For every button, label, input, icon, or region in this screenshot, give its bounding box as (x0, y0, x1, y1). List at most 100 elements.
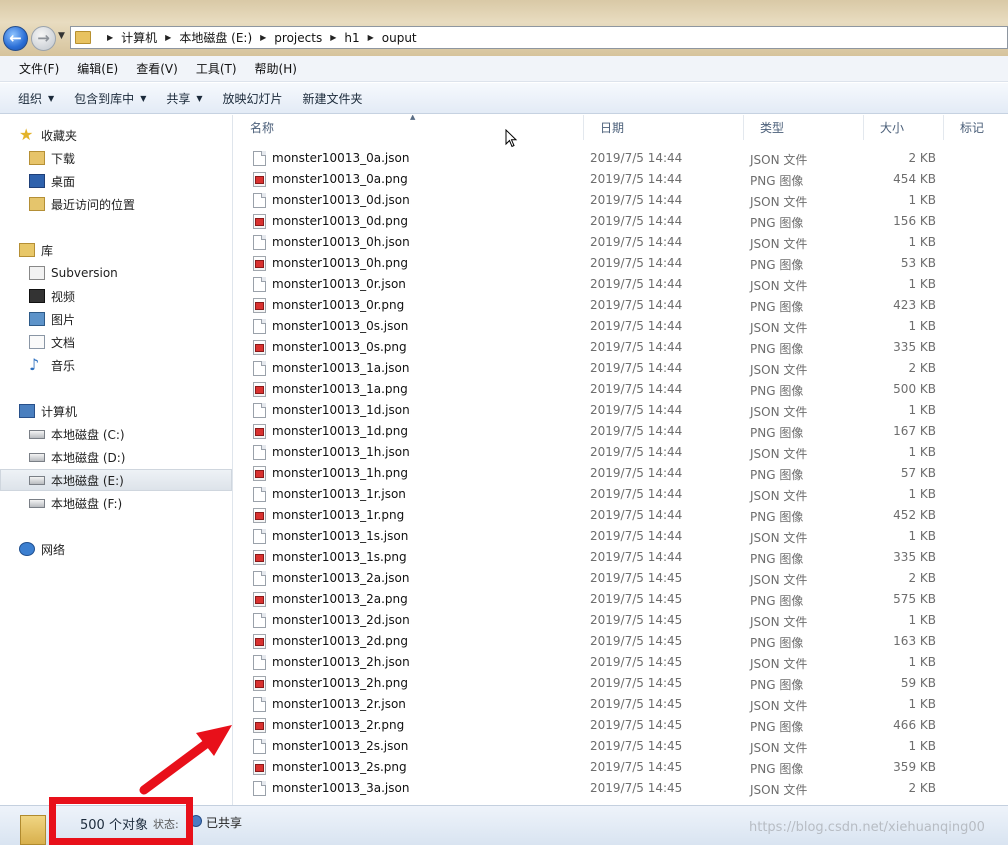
back-button[interactable]: ← (3, 26, 28, 51)
breadcrumb-drive-e[interactable]: 本地磁盘 (E:) (179, 29, 252, 46)
address-bar[interactable]: ▶ 计算机 ▶ 本地磁盘 (E:) ▶ projects ▶ h1 ▶ oupu… (70, 26, 1008, 49)
computer-icon (19, 404, 35, 418)
nav-documents[interactable]: 文档 (0, 331, 232, 353)
file-row[interactable]: monster10013_0h.png 2019/7/5 14:44 PNG 图像 5… (234, 253, 1008, 274)
file-date: 2019/7/5 14:45 (590, 697, 683, 711)
file-row[interactable]: monster10013_0h.json 2019/7/5 14:44 JSON 文… (234, 232, 1008, 253)
new-folder-button[interactable]: 新建文件夹 (293, 90, 373, 107)
png-image-icon (253, 424, 266, 439)
nav-drive-c[interactable]: 本地磁盘 (C:) (0, 423, 232, 445)
include-in-library-button[interactable]: 包含到库中 ▼ (64, 90, 156, 107)
nav-drive-f[interactable]: 本地磁盘 (F:) (0, 492, 232, 514)
nav-subversion[interactable]: Subversion (0, 262, 232, 284)
column-header-size[interactable]: 大小 (864, 115, 944, 140)
file-row[interactable]: monster10013_0d.png 2019/7/5 14:44 PNG 图像 1… (234, 211, 1008, 232)
breadcrumb-h1[interactable]: h1 (344, 31, 359, 45)
file-row[interactable]: monster10013_2h.png 2019/7/5 14:45 PNG 图像 5… (234, 673, 1008, 694)
organize-button[interactable]: 组织 ▼ (8, 90, 64, 107)
nav-videos[interactable]: 视频 (0, 285, 232, 307)
drive-icon (29, 452, 45, 462)
file-row[interactable]: monster10013_2r.png 2019/7/5 14:45 PNG 图像 4… (234, 715, 1008, 736)
file-row[interactable]: monster10013_1d.json 2019/7/5 14:44 JSON 文… (234, 400, 1008, 421)
file-row[interactable]: monster10013_2s.json 2019/7/5 14:45 JSON 文… (234, 736, 1008, 757)
menu-tools[interactable]: 工具(T) (187, 60, 246, 77)
json-file-icon (253, 445, 266, 460)
chevron-down-icon: ▼ (196, 93, 203, 103)
subversion-icon (29, 266, 45, 280)
file-row[interactable]: monster10013_0d.json 2019/7/5 14:44 JSON 文… (234, 190, 1008, 211)
recent-pages-dropdown-icon[interactable]: ▼ (58, 31, 65, 41)
png-image-icon (253, 718, 266, 733)
file-row[interactable]: monster10013_2h.json 2019/7/5 14:45 JSON 文… (234, 652, 1008, 673)
file-row[interactable]: monster10013_0r.json 2019/7/5 14:44 JSON 文… (234, 274, 1008, 295)
chevron-right-icon[interactable]: ▶ (368, 33, 374, 42)
column-header-type[interactable]: 类型 (744, 115, 864, 140)
file-size: 1 KB (908, 193, 936, 207)
nav-desktop[interactable]: 桌面 (0, 170, 232, 192)
chevron-right-icon[interactable]: ▶ (260, 33, 266, 42)
file-row[interactable]: monster10013_0a.json 2019/7/5 14:44 JSON 文… (234, 148, 1008, 169)
file-type: PNG 图像 (750, 468, 804, 482)
breadcrumb-computer[interactable]: 计算机 (121, 29, 157, 46)
json-file-icon (253, 361, 266, 376)
file-date: 2019/7/5 14:45 (590, 718, 683, 732)
file-row[interactable]: monster10013_3a.json 2019/7/5 14:45 JSON 文… (234, 778, 1008, 799)
file-name: monster10013_0h.json (272, 235, 410, 249)
forward-button[interactable]: → (31, 26, 56, 51)
menu-view[interactable]: 查看(V) (127, 60, 187, 77)
file-row[interactable]: monster10013_1a.png 2019/7/5 14:44 PNG 图像 5… (234, 379, 1008, 400)
file-row[interactable]: monster10013_1r.json 2019/7/5 14:44 JSON 文… (234, 484, 1008, 505)
file-row[interactable]: monster10013_2r.json 2019/7/5 14:45 JSON 文… (234, 694, 1008, 715)
nav-favorites[interactable]: ★ 收藏夹 (0, 124, 232, 146)
file-row[interactable]: monster10013_0r.png 2019/7/5 14:44 PNG 图像 4… (234, 295, 1008, 316)
file-name: monster10013_2s.png (272, 760, 407, 774)
file-row[interactable]: monster10013_1h.json 2019/7/5 14:44 JSON 文… (234, 442, 1008, 463)
file-row[interactable]: monster10013_1h.png 2019/7/5 14:44 PNG 图像 5… (234, 463, 1008, 484)
file-row[interactable]: monster10013_0a.png 2019/7/5 14:44 PNG 图像 4… (234, 169, 1008, 190)
file-date: 2019/7/5 14:44 (590, 403, 683, 417)
nav-pictures[interactable]: 图片 (0, 308, 232, 330)
nav-libraries[interactable]: 库 (0, 239, 232, 261)
nav-drive-d[interactable]: 本地磁盘 (D:) (0, 446, 232, 468)
menu-help[interactable]: 帮助(H) (246, 60, 306, 77)
file-row[interactable]: monster10013_2d.json 2019/7/5 14:45 JSON 文… (234, 610, 1008, 631)
file-row[interactable]: monster10013_1a.json 2019/7/5 14:44 JSON 文… (234, 358, 1008, 379)
nav-music[interactable]: ♪ 音乐 (0, 354, 232, 376)
nav-drive-e[interactable]: 本地磁盘 (E:) (0, 469, 232, 491)
chevron-right-icon[interactable]: ▶ (107, 33, 113, 42)
column-header-tags[interactable]: 标记 (944, 115, 1008, 140)
file-row[interactable]: monster10013_1d.png 2019/7/5 14:44 PNG 图像 1… (234, 421, 1008, 442)
png-image-icon (253, 508, 266, 523)
chevron-right-icon[interactable]: ▶ (165, 33, 171, 42)
file-row[interactable]: monster10013_2d.png 2019/7/5 14:45 PNG 图像 1… (234, 631, 1008, 652)
slideshow-button[interactable]: 放映幻灯片 (213, 90, 293, 107)
file-type: JSON 文件 (750, 741, 808, 755)
breadcrumb-ouput[interactable]: ouput (382, 31, 417, 45)
nav-network[interactable]: 网络 (0, 538, 232, 560)
file-row[interactable]: monster10013_0s.png 2019/7/5 14:44 PNG 图像 3… (234, 337, 1008, 358)
menu-file[interactable]: 文件(F) (10, 60, 68, 77)
file-date: 2019/7/5 14:44 (590, 235, 683, 249)
breadcrumb-projects[interactable]: projects (274, 31, 322, 45)
file-row[interactable]: monster10013_2a.json 2019/7/5 14:45 JSON 文… (234, 568, 1008, 589)
share-button[interactable]: 共享 ▼ (156, 90, 212, 107)
file-name: monster10013_0a.json (272, 151, 410, 165)
chevron-right-icon[interactable]: ▶ (330, 33, 336, 42)
menu-edit[interactable]: 编辑(E) (68, 60, 127, 77)
file-row[interactable]: monster10013_2s.png 2019/7/5 14:45 PNG 图像 3… (234, 757, 1008, 778)
file-type: PNG 图像 (750, 636, 804, 650)
nav-recent-places[interactable]: 最近访问的位置 (0, 193, 232, 215)
file-row[interactable]: monster10013_1s.png 2019/7/5 14:44 PNG 图像 3… (234, 547, 1008, 568)
column-header-name[interactable]: 名称 ▲ (234, 115, 584, 140)
column-header-date[interactable]: 日期 (584, 115, 744, 140)
file-row[interactable]: monster10013_1r.png 2019/7/5 14:44 PNG 图像 4… (234, 505, 1008, 526)
file-row[interactable]: monster10013_0s.json 2019/7/5 14:44 JSON 文… (234, 316, 1008, 337)
json-file-icon (253, 151, 266, 166)
file-type: PNG 图像 (750, 384, 804, 398)
file-type: JSON 文件 (750, 699, 808, 713)
downloads-folder-icon (29, 151, 45, 165)
nav-computer[interactable]: 计算机 (0, 400, 232, 422)
nav-downloads[interactable]: 下载 (0, 147, 232, 169)
file-row[interactable]: monster10013_2a.png 2019/7/5 14:45 PNG 图像 5… (234, 589, 1008, 610)
file-row[interactable]: monster10013_1s.json 2019/7/5 14:44 JSON 文… (234, 526, 1008, 547)
